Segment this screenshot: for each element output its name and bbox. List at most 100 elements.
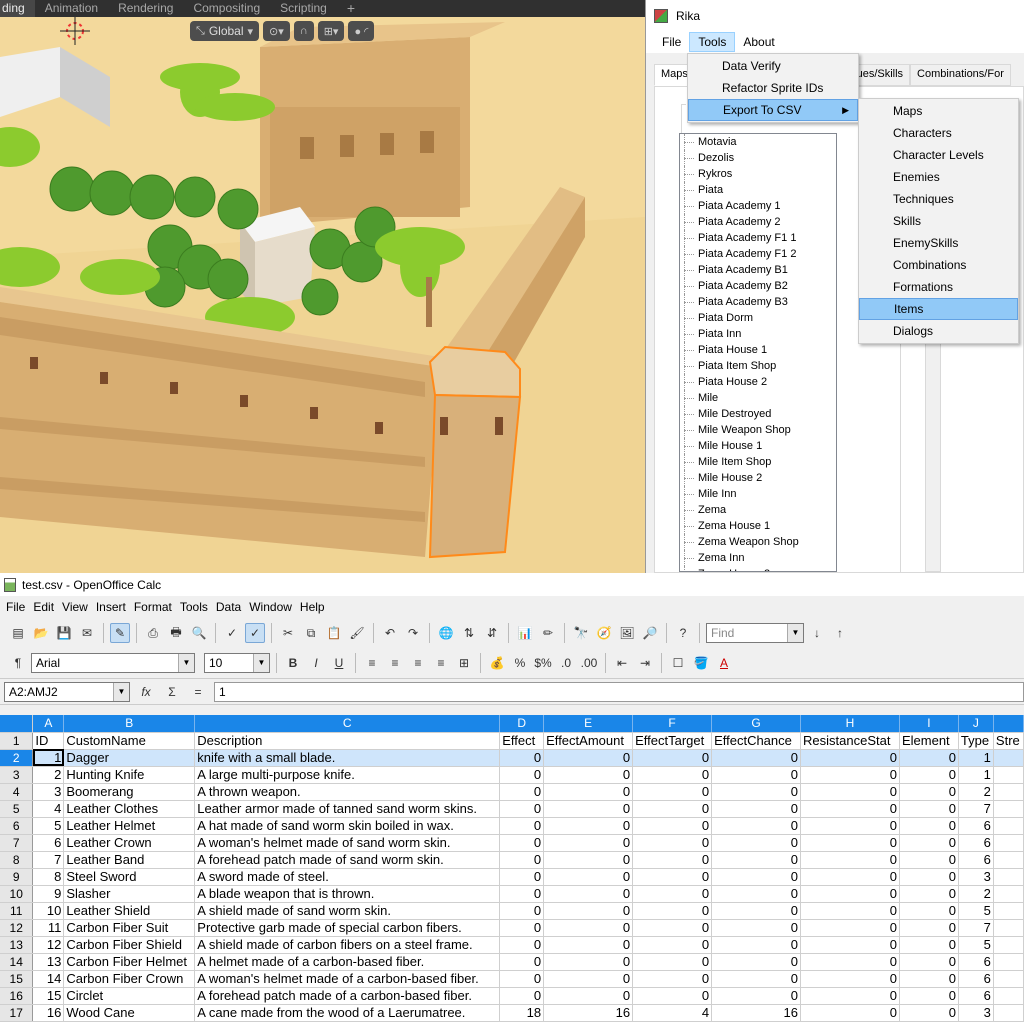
cell[interactable]: 0 [543, 868, 634, 886]
header-cell[interactable]: EffectAmount [543, 732, 634, 750]
cell[interactable]: 6 [958, 817, 994, 835]
column-header-f[interactable]: F [632, 715, 713, 733]
cell[interactable] [993, 800, 1024, 818]
sort-ascending-icon[interactable]: ⇅ [459, 623, 479, 643]
sort-descending-icon[interactable]: ⇵ [482, 623, 502, 643]
cell[interactable]: 0 [800, 817, 900, 835]
help-icon[interactable]: ? [673, 623, 693, 643]
cell[interactable]: 0 [543, 919, 634, 937]
cell[interactable]: 0 [800, 851, 900, 869]
column-header-j[interactable]: J [958, 715, 994, 733]
print-preview-icon[interactable]: 🔍 [189, 623, 209, 643]
cell[interactable]: A forehead patch made of a carbon-based … [194, 987, 501, 1005]
align-left-icon[interactable]: ≡ [362, 653, 382, 673]
cell[interactable]: 3 [32, 783, 65, 801]
cell[interactable]: 6 [958, 987, 994, 1005]
gallery-icon[interactable]: 🖼 [617, 623, 637, 643]
tab-shading[interactable]: ding [0, 0, 35, 17]
cell[interactable]: 5 [32, 817, 65, 835]
cell[interactable]: 0 [632, 800, 713, 818]
cell[interactable]: Leather Band [63, 851, 196, 869]
find-replace-icon[interactable]: 🔭 [571, 623, 591, 643]
cell[interactable] [993, 834, 1024, 852]
cell[interactable]: A woman's helmet made of sand worm skin. [194, 834, 501, 852]
cell[interactable]: 0 [899, 766, 959, 784]
spreadsheet-grid[interactable]: A B C D E F G H I J 1 ID CustomName Descrip… [0, 715, 1024, 1024]
cell[interactable]: 0 [499, 783, 545, 801]
cell[interactable]: 9 [32, 885, 65, 903]
align-right-icon[interactable]: ≡ [408, 653, 428, 673]
font-name-box[interactable]: Arial ▼ [31, 653, 195, 673]
cell[interactable]: 14 [32, 970, 65, 988]
cell[interactable]: A forehead patch made of sand worm skin. [194, 851, 501, 869]
export-pdf-icon[interactable]: ⎙ [143, 623, 163, 643]
cell[interactable]: 2 [32, 766, 65, 784]
proportional-edit-toggle[interactable]: ● ◜ [348, 21, 375, 41]
cell[interactable]: 0 [800, 919, 900, 937]
cell[interactable]: 0 [543, 817, 634, 835]
cell[interactable]: Carbon Fiber Shield [63, 936, 196, 954]
cell[interactable]: 1 [958, 766, 994, 784]
cell[interactable]: Leather Clothes [63, 800, 196, 818]
cell[interactable]: 0 [543, 885, 634, 903]
spellcheck-icon[interactable]: ✓ [222, 623, 242, 643]
new-document-icon[interactable]: ▤ [8, 623, 28, 643]
tree-item-map[interactable]: Mile Weapon Shop [680, 422, 836, 438]
cell[interactable]: 0 [899, 987, 959, 1005]
save-icon[interactable]: 💾 [54, 623, 74, 643]
select-all-corner[interactable] [0, 715, 34, 733]
column-header-d[interactable]: D [499, 715, 545, 733]
tab-rendering[interactable]: Rendering [108, 0, 183, 17]
cell[interactable]: 0 [711, 936, 802, 954]
chevron-down-icon[interactable]: ▼ [253, 654, 269, 672]
cell[interactable]: 8 [32, 868, 65, 886]
cell[interactable]: A thrown weapon. [194, 783, 501, 801]
cell[interactable]: 0 [899, 749, 959, 767]
cell[interactable]: 0 [899, 970, 959, 988]
cell[interactable]: 7 [958, 919, 994, 937]
cell[interactable]: 0 [499, 936, 545, 954]
merge-cells-icon[interactable]: ⊞ [454, 653, 474, 673]
tree-item-map[interactable]: Mile [680, 390, 836, 406]
cell[interactable]: 0 [899, 953, 959, 971]
justify-icon[interactable]: ≡ [431, 653, 451, 673]
csv-menu-item-combinations[interactable]: Combinations [859, 254, 1018, 276]
paste-icon[interactable]: 📋 [324, 623, 344, 643]
cell[interactable] [993, 987, 1024, 1005]
menu-data[interactable]: Data [212, 600, 245, 614]
cell[interactable]: 0 [800, 902, 900, 920]
cell[interactable]: 4 [632, 1004, 713, 1022]
cell[interactable]: 0 [499, 902, 545, 920]
undo-icon[interactable]: ↶ [380, 623, 400, 643]
menu-view[interactable]: View [58, 600, 92, 614]
cell[interactable]: 0 [711, 919, 802, 937]
cell[interactable]: 0 [632, 953, 713, 971]
cell[interactable]: 0 [800, 868, 900, 886]
print-icon[interactable]: 🖶 [166, 623, 186, 643]
csv-menu-item-techniques[interactable]: Techniques [859, 188, 1018, 210]
cell[interactable]: 6 [958, 834, 994, 852]
tree-item-map[interactable]: Mile Item Shop [680, 454, 836, 470]
cell[interactable]: 0 [543, 902, 634, 920]
menu-tools[interactable]: Tools [176, 600, 212, 614]
tree-item-map[interactable]: Dezolis [680, 150, 836, 166]
cell[interactable]: Dagger [63, 749, 196, 767]
header-cell[interactable]: Effect [499, 732, 545, 750]
chevron-down-icon[interactable]: ▼ [178, 654, 194, 672]
row-header[interactable]: 6 [0, 817, 34, 835]
cell[interactable]: Wood Cane [63, 1004, 196, 1022]
cell[interactable]: 0 [632, 936, 713, 954]
cell[interactable]: Leather Helmet [63, 817, 196, 835]
increase-indent-icon[interactable]: ⇥ [635, 653, 655, 673]
row-header[interactable]: 2 [0, 749, 34, 767]
row-header[interactable]: 5 [0, 800, 34, 818]
font-color-icon[interactable]: A [714, 653, 734, 673]
cell[interactable]: Leather Crown [63, 834, 196, 852]
menu-file[interactable]: File [2, 600, 29, 614]
hyperlink-icon[interactable]: 🌐 [436, 623, 456, 643]
cell[interactable]: 0 [899, 902, 959, 920]
cell[interactable]: A helmet made of a carbon-based fiber. [194, 953, 501, 971]
cell[interactable]: 0 [499, 970, 545, 988]
cell[interactable]: 0 [800, 800, 900, 818]
tab-compositing[interactable]: Compositing [183, 0, 270, 17]
